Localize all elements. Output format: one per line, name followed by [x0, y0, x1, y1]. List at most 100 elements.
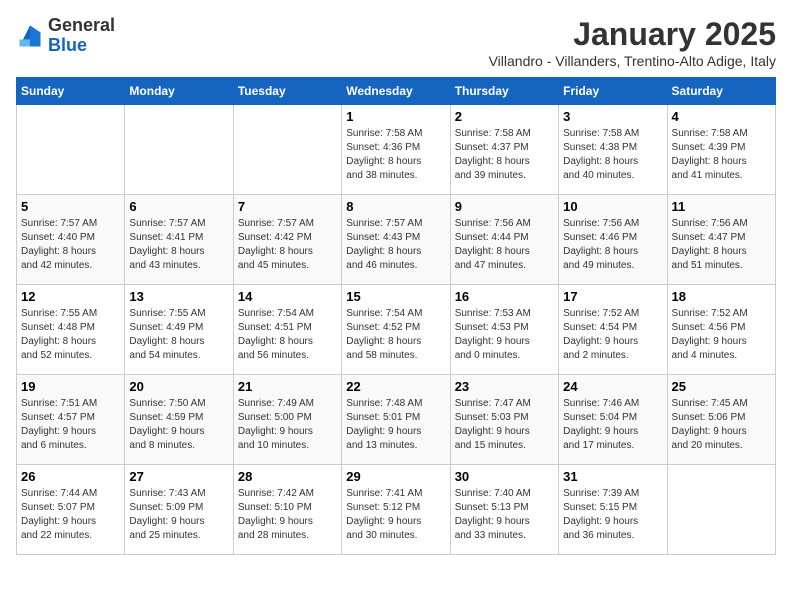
day-details: Sunrise: 7:40 AM Sunset: 5:13 PM Dayligh…: [455, 487, 554, 543]
day-number: 17: [563, 289, 662, 304]
calendar-body: 1 Sunrise: 7:58 AM Sunset: 4:36 PM Daylig…: [17, 105, 776, 555]
day-number: 7: [238, 199, 337, 214]
day-header-tuesday: Tuesday: [233, 78, 341, 105]
calendar-cell: 9 Sunrise: 7:56 AM Sunset: 4:44 PM Daylig…: [450, 195, 558, 285]
day-number: 3: [563, 109, 662, 124]
logo-text: General Blue: [48, 16, 115, 56]
calendar-cell: 23 Sunrise: 7:47 AM Sunset: 5:03 PM Dayli…: [450, 375, 558, 465]
day-details: Sunrise: 7:46 AM Sunset: 5:04 PM Dayligh…: [563, 397, 662, 453]
calendar-cell: 18 Sunrise: 7:52 AM Sunset: 4:56 PM Dayli…: [667, 285, 775, 375]
calendar-cell: 21Sunrise: 7:49 AM Sunset: 5:00 PM Dayli…: [233, 375, 341, 465]
day-number: 24: [563, 379, 662, 394]
day-details: Sunrise: 7:58 AM Sunset: 4:36 PM Dayligh…: [346, 127, 445, 183]
day-details: Sunrise: 7:54 AM Sunset: 4:51 PM Dayligh…: [238, 307, 337, 363]
day-number: 30: [455, 469, 554, 484]
day-details: Sunrise: 7:44 AM Sunset: 5:07 PM Dayligh…: [21, 487, 120, 543]
calendar-header: SundayMondayTuesdayWednesdayThursdayFrid…: [17, 78, 776, 105]
day-details: Sunrise: 7:57 AM Sunset: 4:40 PM Dayligh…: [21, 217, 120, 273]
day-details: Sunrise: 7:57 AM Sunset: 4:41 PM Dayligh…: [129, 217, 228, 273]
day-details: Sunrise: 7:52 AM Sunset: 4:54 PM Dayligh…: [563, 307, 662, 363]
day-number: 10: [563, 199, 662, 214]
calendar-cell: [125, 105, 233, 195]
day-number: 31: [563, 469, 662, 484]
day-number: 28: [238, 469, 337, 484]
day-details: Sunrise: 7:56 AM Sunset: 4:47 PM Dayligh…: [672, 217, 771, 273]
calendar-cell: 1 Sunrise: 7:58 AM Sunset: 4:36 PM Daylig…: [342, 105, 450, 195]
day-details: Sunrise: 7:55 AM Sunset: 4:49 PM Dayligh…: [129, 307, 228, 363]
calendar-cell: 25 Sunrise: 7:45 AM Sunset: 5:06 PM Dayli…: [667, 375, 775, 465]
title-area: January 2025 Villandro - Villanders, Tre…: [489, 16, 776, 69]
day-number: 18: [672, 289, 771, 304]
calendar-cell: 13 Sunrise: 7:55 AM Sunset: 4:49 PM Dayli…: [125, 285, 233, 375]
calendar-cell: 15Sunrise: 7:54 AM Sunset: 4:52 PM Dayli…: [342, 285, 450, 375]
day-number: 12: [21, 289, 120, 304]
calendar-cell: 7 Sunrise: 7:57 AM Sunset: 4:42 PM Daylig…: [233, 195, 341, 285]
calendar-cell: 20Sunrise: 7:50 AM Sunset: 4:59 PM Dayli…: [125, 375, 233, 465]
day-number: 22: [346, 379, 445, 394]
day-header-saturday: Saturday: [667, 78, 775, 105]
calendar-cell: 28Sunrise: 7:42 AM Sunset: 5:10 PM Dayli…: [233, 465, 341, 555]
day-header-thursday: Thursday: [450, 78, 558, 105]
day-number: 26: [21, 469, 120, 484]
day-details: Sunrise: 7:55 AM Sunset: 4:48 PM Dayligh…: [21, 307, 120, 363]
day-details: Sunrise: 7:56 AM Sunset: 4:46 PM Dayligh…: [563, 217, 662, 273]
calendar-cell: 27Sunrise: 7:43 AM Sunset: 5:09 PM Dayli…: [125, 465, 233, 555]
day-header-monday: Monday: [125, 78, 233, 105]
day-details: Sunrise: 7:47 AM Sunset: 5:03 PM Dayligh…: [455, 397, 554, 453]
day-number: 21: [238, 379, 337, 394]
day-details: Sunrise: 7:58 AM Sunset: 4:37 PM Dayligh…: [455, 127, 554, 183]
day-details: Sunrise: 7:56 AM Sunset: 4:44 PM Dayligh…: [455, 217, 554, 273]
calendar-cell: 4Sunrise: 7:58 AM Sunset: 4:39 PM Daylig…: [667, 105, 775, 195]
day-details: Sunrise: 7:48 AM Sunset: 5:01 PM Dayligh…: [346, 397, 445, 453]
day-number: 9: [455, 199, 554, 214]
day-number: 23: [455, 379, 554, 394]
page-header: General Blue January 2025 Villandro - Vi…: [16, 16, 776, 69]
day-number: 25: [672, 379, 771, 394]
calendar-cell: 19 Sunrise: 7:51 AM Sunset: 4:57 PM Dayli…: [17, 375, 125, 465]
day-details: Sunrise: 7:58 AM Sunset: 4:38 PM Dayligh…: [563, 127, 662, 183]
day-details: Sunrise: 7:39 AM Sunset: 5:15 PM Dayligh…: [563, 487, 662, 543]
calendar-cell: 29 Sunrise: 7:41 AM Sunset: 5:12 PM Dayli…: [342, 465, 450, 555]
subtitle: Villandro - Villanders, Trentino-Alto Ad…: [489, 53, 776, 69]
day-details: Sunrise: 7:51 AM Sunset: 4:57 PM Dayligh…: [21, 397, 120, 453]
calendar-cell: 16Sunrise: 7:53 AM Sunset: 4:53 PM Dayli…: [450, 285, 558, 375]
day-details: Sunrise: 7:57 AM Sunset: 4:42 PM Dayligh…: [238, 217, 337, 273]
day-number: 19: [21, 379, 120, 394]
calendar-cell: [233, 105, 341, 195]
day-number: 15: [346, 289, 445, 304]
day-number: 1: [346, 109, 445, 124]
logo-icon: [16, 22, 44, 50]
day-number: 8: [346, 199, 445, 214]
calendar-cell: 14 Sunrise: 7:54 AM Sunset: 4:51 PM Dayli…: [233, 285, 341, 375]
calendar-cell: 17 Sunrise: 7:52 AM Sunset: 4:54 PM Dayli…: [559, 285, 667, 375]
calendar-cell: 26 Sunrise: 7:44 AM Sunset: 5:07 PM Dayli…: [17, 465, 125, 555]
week-row-2: 5 Sunrise: 7:57 AM Sunset: 4:40 PM Daylig…: [17, 195, 776, 285]
calendar-cell: 6Sunrise: 7:57 AM Sunset: 4:41 PM Daylig…: [125, 195, 233, 285]
calendar-cell: 10 Sunrise: 7:56 AM Sunset: 4:46 PM Dayli…: [559, 195, 667, 285]
day-number: 2: [455, 109, 554, 124]
calendar-cell: 22 Sunrise: 7:48 AM Sunset: 5:01 PM Dayli…: [342, 375, 450, 465]
logo-blue: Blue: [48, 35, 87, 55]
calendar-cell: 11 Sunrise: 7:56 AM Sunset: 4:47 PM Dayli…: [667, 195, 775, 285]
day-details: Sunrise: 7:50 AM Sunset: 4:59 PM Dayligh…: [129, 397, 228, 453]
day-number: 11: [672, 199, 771, 214]
day-number: 4: [672, 109, 771, 124]
calendar-cell: 3 Sunrise: 7:58 AM Sunset: 4:38 PM Daylig…: [559, 105, 667, 195]
week-row-5: 26 Sunrise: 7:44 AM Sunset: 5:07 PM Dayli…: [17, 465, 776, 555]
calendar-cell: 24 Sunrise: 7:46 AM Sunset: 5:04 PM Dayli…: [559, 375, 667, 465]
day-number: 16: [455, 289, 554, 304]
calendar-table: SundayMondayTuesdayWednesdayThursdayFrid…: [16, 77, 776, 555]
day-details: Sunrise: 7:52 AM Sunset: 4:56 PM Dayligh…: [672, 307, 771, 363]
day-number: 13: [129, 289, 228, 304]
calendar-cell: 5 Sunrise: 7:57 AM Sunset: 4:40 PM Daylig…: [17, 195, 125, 285]
day-number: 5: [21, 199, 120, 214]
day-header-sunday: Sunday: [17, 78, 125, 105]
calendar-cell: 2 Sunrise: 7:58 AM Sunset: 4:37 PM Daylig…: [450, 105, 558, 195]
day-details: Sunrise: 7:45 AM Sunset: 5:06 PM Dayligh…: [672, 397, 771, 453]
calendar-cell: 12 Sunrise: 7:55 AM Sunset: 4:48 PM Dayli…: [17, 285, 125, 375]
day-number: 14: [238, 289, 337, 304]
day-number: 29: [346, 469, 445, 484]
day-details: Sunrise: 7:41 AM Sunset: 5:12 PM Dayligh…: [346, 487, 445, 543]
calendar-cell: [667, 465, 775, 555]
day-details: Sunrise: 7:43 AM Sunset: 5:09 PM Dayligh…: [129, 487, 228, 543]
